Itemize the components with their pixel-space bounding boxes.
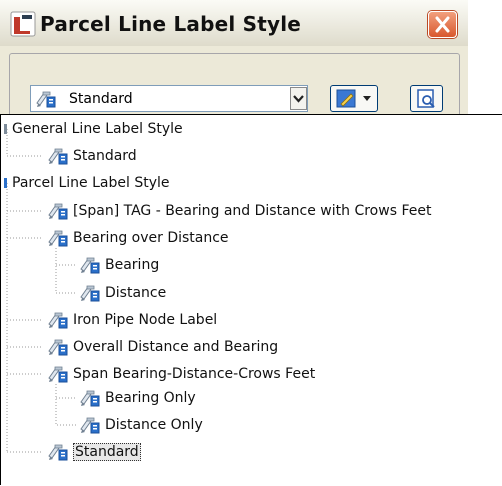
tree-item-label: [Span] TAG - Bearing and Distance with C… [73,203,432,219]
label-style-icon [47,146,69,166]
preview-style-button[interactable] [410,85,443,112]
tree-item-label: Standard [73,148,137,164]
label-style-icon [79,415,101,435]
tree-category-label: General Line Label Style [12,121,183,137]
tree-subitem[interactable]: Bearing [79,252,159,278]
label-style-icon [47,442,69,462]
tree-item-label: Span Bearing-Distance-Crows Feet [73,366,316,382]
tree-category-parcel-line[interactable]: Parcel Line Label Style [3,170,170,196]
tree-subitem[interactable]: Distance Only [79,412,203,438]
chevron-down-icon [293,95,304,103]
label-style-icon [47,201,69,221]
style-select-value: Standard [69,91,133,107]
tree-subitem[interactable]: Bearing Only [79,385,196,411]
magnifier-icon [417,89,435,108]
tree-category-general[interactable]: General Line Label Style [3,116,183,142]
style-select[interactable]: Standard [30,85,308,112]
label-style-icon [47,364,69,384]
tree-item[interactable]: Standard [47,143,137,169]
label-style-icon [79,388,101,408]
window-title: Parcel Line Label Style [40,12,302,36]
tree-item-label: Overall Distance and Bearing [73,339,279,355]
label-style-icon [47,337,69,357]
edit-style-button[interactable] [330,85,378,112]
tree-item[interactable]: Overall Distance and Bearing [47,334,278,360]
style-tree-dropdown[interactable]: General Line Label Style Standard Parcel… [0,114,502,485]
close-icon [435,16,450,33]
label-style-icon [35,89,57,109]
title-bar: Parcel Line Label Style [0,0,468,46]
label-style-icon [79,283,101,303]
label-style-icon [79,255,101,275]
tree-item[interactable]: Iron Pipe Node Label [47,307,217,333]
tree-item-label: Standard [73,443,141,461]
tree-item-label: Bearing Only [105,390,196,406]
tree-item-selected[interactable]: Standard [47,439,141,465]
tree-item[interactable]: Span Bearing-Distance-Crows Feet [47,361,315,387]
tree-item-label: Distance Only [105,417,203,433]
tree-item-label: Iron Pipe Node Label [73,312,218,328]
tree-item[interactable]: [Span] TAG - Bearing and Distance with C… [47,198,431,224]
tree-item-label: Distance [105,285,167,301]
category-marker-icon [4,178,7,188]
label-style-icon [47,310,69,330]
edit-style-icon [336,89,371,108]
tree-item-label: Bearing over Distance [73,230,229,246]
category-marker-icon [4,124,7,134]
close-button[interactable] [428,11,457,38]
tree-subitem[interactable]: Distance [79,280,166,306]
tree-item-label: Bearing [105,257,160,273]
tree-item[interactable]: Bearing over Distance [47,225,229,251]
label-style-icon [47,228,69,248]
style-select-dropdown-button[interactable] [290,87,307,110]
app-icon [10,11,36,37]
tree-category-label: Parcel Line Label Style [12,175,170,191]
